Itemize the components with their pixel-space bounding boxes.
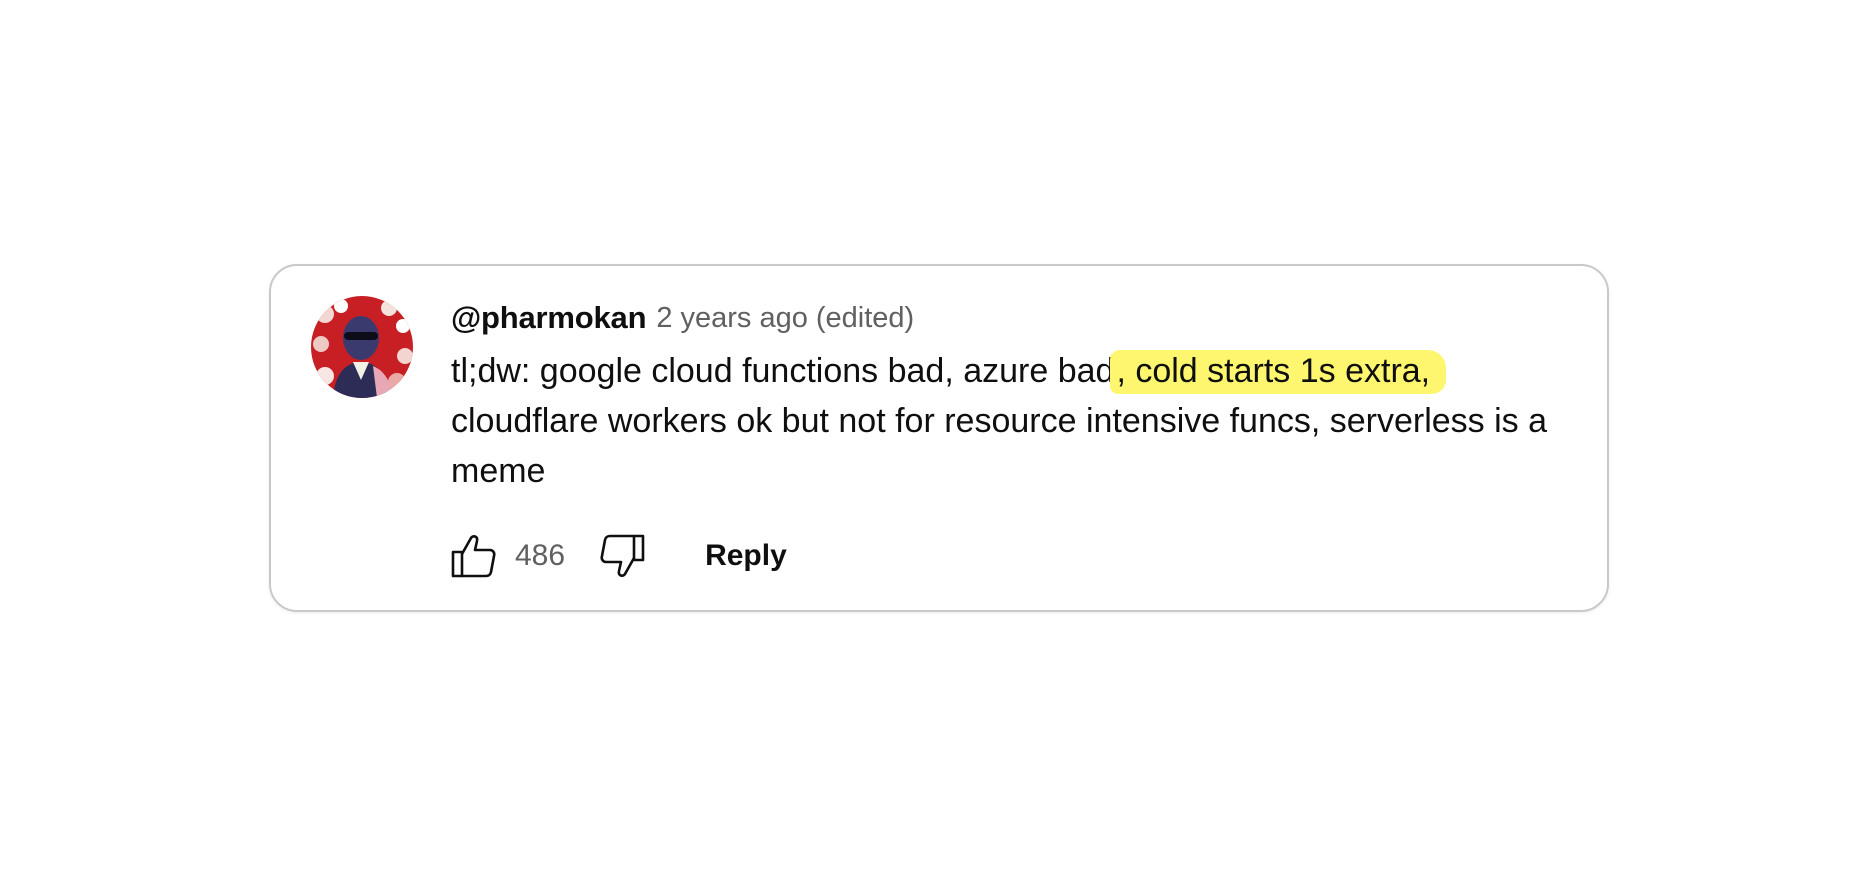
comment-text-part: tl;dw: google cloud functions bad, azure… [451,352,1115,390]
comment-header: @pharmokan 2 years ago (edited) [451,296,1571,340]
thumbs-down-icon [600,534,645,577]
dislike-button[interactable] [597,530,649,582]
comment-body: @pharmokan 2 years ago (edited) tl;dw: g… [451,296,1571,496]
edited-label: (edited) [815,301,915,334]
avatar-photo [311,296,413,398]
highlighted-text: , cold starts 1s extra, [1110,350,1447,394]
comment-text-part: cloudflare workers ok but not for resour… [451,402,1548,490]
avatar[interactable] [311,296,413,398]
like-button[interactable] [447,530,499,582]
author-name[interactable]: @pharmokan [451,300,647,336]
comment-timestamp[interactable]: 2 years ago [656,302,808,335]
thumbs-up-icon [451,535,496,578]
comment-card: @pharmokan 2 years ago (edited) tl;dw: g… [269,264,1609,612]
comment-text: tl;dw: google cloud functions bad, azure… [451,346,1571,496]
like-count: 486 [515,539,566,572]
comment-actions: 486 Reply [447,528,787,584]
reply-button[interactable]: Reply [705,539,787,573]
